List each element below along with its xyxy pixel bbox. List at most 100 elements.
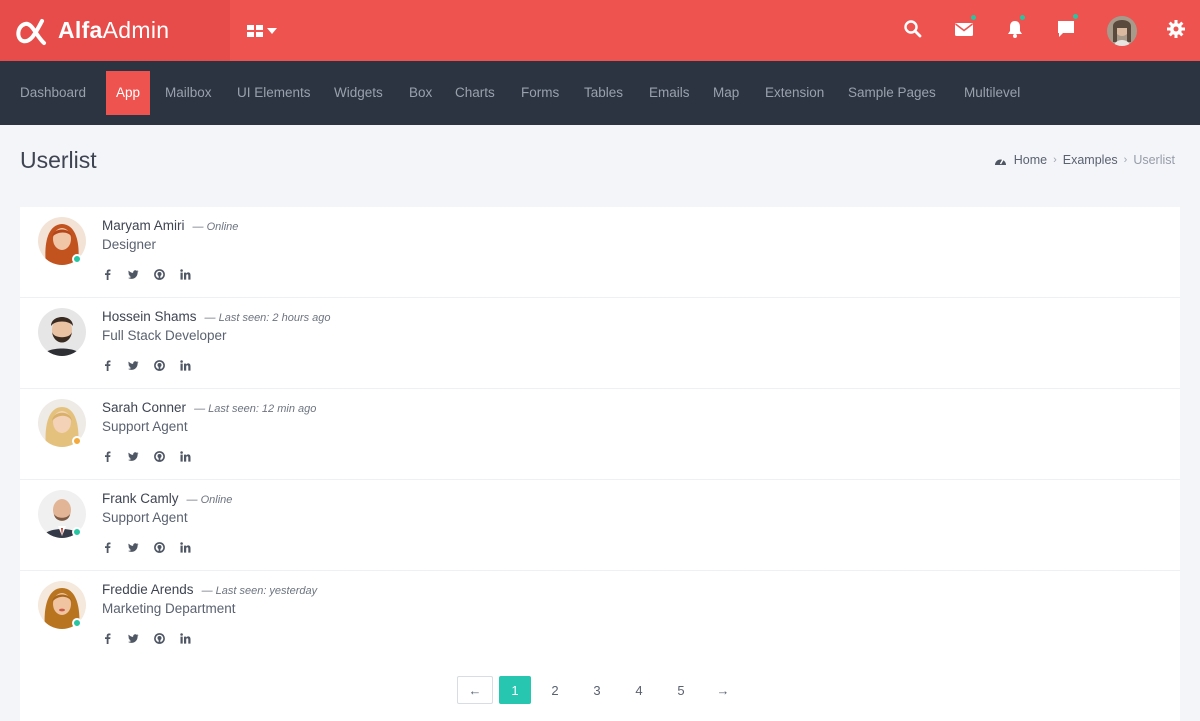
user-role: Support Agent bbox=[102, 419, 188, 434]
pagination-page-4[interactable]: 4 bbox=[621, 676, 657, 704]
nav-item-ui-elements[interactable]: UI Elements bbox=[237, 71, 311, 115]
facebook-icon[interactable] bbox=[102, 540, 128, 554]
user-row: Maryam Amiri — Online Designer bbox=[20, 207, 1180, 298]
search-icon bbox=[904, 20, 922, 38]
settings-button[interactable] bbox=[1164, 17, 1188, 41]
status-away-dot bbox=[72, 436, 82, 446]
social-links bbox=[102, 540, 206, 554]
nav-item-app[interactable]: App bbox=[106, 71, 151, 115]
last-seen: — Online bbox=[192, 221, 239, 233]
linkedin-icon[interactable] bbox=[180, 631, 206, 645]
breadcrumb-current: Userlist bbox=[1133, 153, 1175, 167]
alpha-logo-icon bbox=[16, 18, 46, 45]
last-seen: — Last seen: 12 min ago bbox=[194, 403, 317, 415]
github-icon[interactable] bbox=[154, 540, 180, 554]
user-role: Marketing Department bbox=[102, 601, 236, 616]
user-role: Full Stack Developer bbox=[102, 328, 227, 343]
nav-item-mailbox[interactable]: Mailbox bbox=[165, 71, 212, 115]
nav-item-emails[interactable]: Emails bbox=[649, 71, 690, 115]
social-links bbox=[102, 449, 206, 463]
notification-dot bbox=[1072, 13, 1079, 20]
nav-item-map[interactable]: Map bbox=[713, 71, 739, 115]
user-name[interactable]: Hossein Shams — Last seen: 2 hours ago bbox=[102, 309, 331, 324]
breadcrumb: Home › Examples › Userlist bbox=[994, 153, 1175, 167]
facebook-icon[interactable] bbox=[102, 358, 128, 372]
user-photo-icon bbox=[38, 308, 86, 356]
last-seen: — Online bbox=[186, 494, 233, 506]
pagination-page-1[interactable]: 1 bbox=[499, 676, 531, 704]
page-title: Userlist bbox=[20, 147, 97, 173]
pagination-prev[interactable]: ← bbox=[457, 676, 493, 704]
user-name[interactable]: Freddie Arends — Last seen: yesterday bbox=[102, 582, 317, 597]
pagination-next[interactable]: → bbox=[705, 676, 741, 704]
pagination-page-5[interactable]: 5 bbox=[663, 676, 699, 704]
nav-item-sample-pages[interactable]: Sample Pages bbox=[848, 71, 936, 115]
dashboard-icon bbox=[994, 158, 1006, 165]
breadcrumb-home[interactable]: Home bbox=[1014, 153, 1047, 167]
mail-button[interactable] bbox=[952, 14, 977, 41]
nav-item-extension[interactable]: Extension bbox=[765, 71, 824, 115]
nav-item-multilevel[interactable]: Multilevel bbox=[964, 71, 1020, 115]
linkedin-icon[interactable] bbox=[180, 267, 206, 281]
social-links bbox=[102, 267, 206, 281]
pagination: ← 1 2 3 4 5 → bbox=[457, 676, 747, 704]
github-icon[interactable] bbox=[154, 631, 180, 645]
nav-item-forms[interactable]: Forms bbox=[521, 71, 559, 115]
notification-dot bbox=[970, 14, 977, 21]
github-icon[interactable] bbox=[154, 267, 180, 281]
github-icon[interactable] bbox=[154, 358, 180, 372]
social-links bbox=[102, 358, 206, 372]
linkedin-icon[interactable] bbox=[180, 449, 206, 463]
chevron-right-icon: › bbox=[1123, 154, 1128, 166]
github-icon[interactable] bbox=[154, 449, 180, 463]
user-row: Hossein Shams — Last seen: 2 hours ago Fu… bbox=[20, 298, 1180, 389]
nav-item-dashboard[interactable]: Dashboard bbox=[20, 71, 86, 115]
twitter-icon[interactable] bbox=[128, 358, 154, 372]
twitter-icon[interactable] bbox=[128, 540, 154, 554]
nav-item-tables[interactable]: Tables bbox=[584, 71, 623, 115]
pagination-page-2[interactable]: 2 bbox=[537, 676, 573, 704]
facebook-icon[interactable] bbox=[102, 631, 128, 645]
apps-menu-button[interactable] bbox=[247, 22, 281, 40]
main-navigation: Dashboard App Mailbox UI Elements Widget… bbox=[0, 61, 1200, 125]
chat-icon bbox=[1058, 21, 1074, 37]
nav-item-box[interactable]: Box bbox=[409, 71, 432, 115]
twitter-icon[interactable] bbox=[128, 449, 154, 463]
top-header: AlfaAdmin bbox=[0, 0, 1200, 61]
user-row: Freddie Arends — Last seen: yesterday Mar… bbox=[20, 571, 1180, 662]
social-links bbox=[102, 631, 206, 645]
user-avatar[interactable] bbox=[38, 308, 86, 356]
messages-button[interactable] bbox=[1054, 13, 1079, 41]
search-button[interactable] bbox=[901, 17, 925, 41]
envelope-icon bbox=[955, 23, 973, 36]
brand-name: AlfaAdmin bbox=[58, 17, 170, 43]
nav-item-widgets[interactable]: Widgets bbox=[334, 71, 383, 115]
linkedin-icon[interactable] bbox=[180, 540, 206, 554]
status-online-dot bbox=[72, 527, 82, 537]
bell-icon bbox=[1008, 21, 1022, 38]
last-seen: — Last seen: yesterday bbox=[201, 585, 318, 597]
facebook-icon[interactable] bbox=[102, 449, 128, 463]
user-row: Frank Camly — Online Support Agent bbox=[20, 480, 1180, 571]
user-name[interactable]: Sarah Conner — Last seen: 12 min ago bbox=[102, 400, 316, 415]
user-row: Sarah Conner — Last seen: 12 min ago Supp… bbox=[20, 389, 1180, 480]
user-name[interactable]: Maryam Amiri — Online bbox=[102, 218, 238, 233]
facebook-icon[interactable] bbox=[102, 267, 128, 281]
last-seen: — Last seen: 2 hours ago bbox=[204, 312, 331, 324]
linkedin-icon[interactable] bbox=[180, 358, 206, 372]
user-avatar[interactable] bbox=[1107, 16, 1137, 46]
nav-item-charts[interactable]: Charts bbox=[455, 71, 495, 115]
twitter-icon[interactable] bbox=[128, 267, 154, 281]
breadcrumb-examples[interactable]: Examples bbox=[1063, 153, 1118, 167]
brand-logo[interactable]: AlfaAdmin bbox=[0, 0, 230, 61]
user-photo-icon bbox=[1107, 16, 1137, 46]
status-online-dot bbox=[72, 618, 82, 628]
twitter-icon[interactable] bbox=[128, 631, 154, 645]
userlist-card: Maryam Amiri — Online Designer Hossein Sh… bbox=[20, 207, 1180, 721]
notifications-button[interactable] bbox=[1003, 14, 1027, 41]
pagination-page-3[interactable]: 3 bbox=[579, 676, 615, 704]
user-name[interactable]: Frank Camly — Online bbox=[102, 491, 232, 506]
user-role: Support Agent bbox=[102, 510, 188, 525]
user-role: Designer bbox=[102, 237, 157, 252]
grid-icon bbox=[247, 25, 263, 37]
